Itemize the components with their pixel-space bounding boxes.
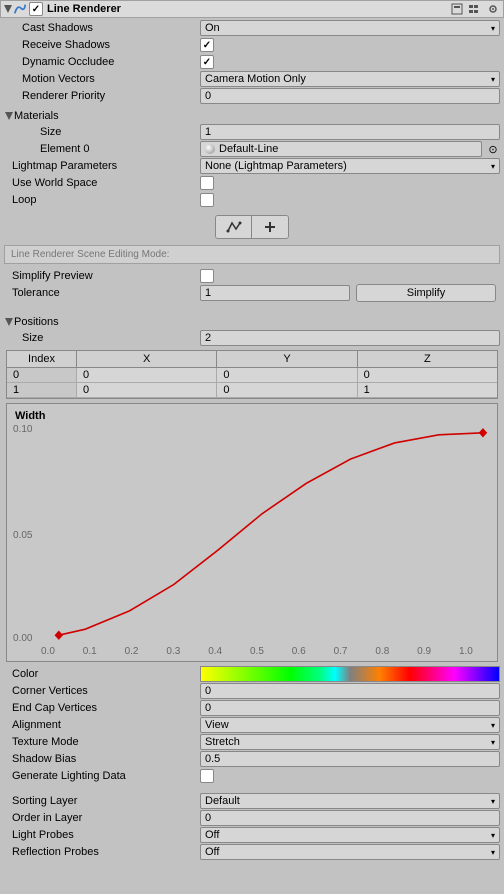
corner-vertices-input[interactable]: 0 xyxy=(200,683,500,699)
lightmap-params-dropdown[interactable]: None (Lightmap Parameters)▾ xyxy=(200,158,500,174)
th-z[interactable]: Z xyxy=(358,351,497,367)
color-label: Color xyxy=(12,668,200,680)
reference-icon[interactable] xyxy=(449,1,465,17)
loop-checkbox[interactable] xyxy=(200,193,214,207)
width-curve[interactable]: Width 0.10 0.05 0.00 0.00.10.20.30.40.50… xyxy=(6,403,498,662)
table-row[interactable]: 0 0 0 0 xyxy=(7,368,497,383)
materials-label: Materials xyxy=(14,110,59,122)
element0-field[interactable]: Default-Line xyxy=(200,141,482,157)
generate-lighting-checkbox[interactable] xyxy=(200,769,214,783)
texture-mode-dropdown[interactable]: Stretch▾ xyxy=(200,734,500,750)
materials-foldout[interactable] xyxy=(4,111,14,121)
shadow-bias-label: Shadow Bias xyxy=(12,753,200,765)
chevron-down-icon: ▾ xyxy=(491,738,495,747)
shadow-bias-input[interactable]: 0.5 xyxy=(200,751,500,767)
end-cap-vertices-label: End Cap Vertices xyxy=(12,702,200,714)
sorting-layer-label: Sorting Layer xyxy=(12,795,200,807)
th-y[interactable]: Y xyxy=(217,351,357,367)
chevron-down-icon: ▾ xyxy=(491,75,495,84)
renderer-priority-input[interactable]: 0 xyxy=(200,88,500,104)
th-x[interactable]: X xyxy=(77,351,217,367)
use-world-space-checkbox[interactable] xyxy=(200,176,214,190)
simplify-preview-label: Simplify Preview xyxy=(12,270,200,282)
settings-gear-icon[interactable] xyxy=(485,1,501,17)
color-gradient-field[interactable] xyxy=(200,666,500,682)
light-probes-dropdown[interactable]: Off▾ xyxy=(200,827,500,843)
corner-vertices-label: Corner Vertices xyxy=(12,685,200,697)
simplify-button[interactable]: Simplify xyxy=(356,284,496,302)
component-body: Cast Shadows On▾ Receive Shadows Dynamic… xyxy=(0,18,504,863)
receive-shadows-label: Receive Shadows xyxy=(22,39,200,51)
element0-label: Element 0 xyxy=(40,143,200,155)
positions-size-input[interactable]: 2 xyxy=(200,330,500,346)
y-tick: 0.10 xyxy=(13,424,32,435)
use-world-space-label: Use World Space xyxy=(12,177,200,189)
materials-size-label: Size xyxy=(40,126,200,138)
component-enabled-checkbox[interactable] xyxy=(29,2,43,16)
line-renderer-icon xyxy=(13,2,27,16)
loop-label: Loop xyxy=(12,194,200,206)
reflection-probes-label: Reflection Probes xyxy=(12,846,200,858)
chevron-down-icon: ▾ xyxy=(491,721,495,730)
width-curve-title: Width xyxy=(11,408,493,424)
y-tick: 0.05 xyxy=(13,530,32,541)
materials-size-input[interactable]: 1 xyxy=(200,124,500,140)
chevron-down-icon: ▾ xyxy=(491,24,495,33)
foldout-toggle[interactable] xyxy=(3,4,13,14)
x-ticks: 0.00.10.20.30.40.50.60.70.80.91.0 xyxy=(11,644,493,657)
chevron-down-icon: ▾ xyxy=(491,831,495,840)
renderer-priority-label: Renderer Priority xyxy=(22,90,200,102)
scene-edit-mode-label: Line Renderer Scene Editing Mode: xyxy=(4,245,500,264)
positions-foldout[interactable] xyxy=(4,317,14,327)
cast-shadows-dropdown[interactable]: On▾ xyxy=(200,20,500,36)
dynamic-occludee-label: Dynamic Occludee xyxy=(22,56,200,68)
order-in-layer-label: Order in Layer xyxy=(12,812,200,824)
chevron-down-icon: ▾ xyxy=(491,848,495,857)
positions-table: Index X Y Z 0 0 0 0 1 0 0 1 xyxy=(6,350,498,399)
component-header: Line Renderer xyxy=(0,0,504,18)
sorting-layer-dropdown[interactable]: Default▾ xyxy=(200,793,500,809)
light-probes-label: Light Probes xyxy=(12,829,200,841)
tolerance-label: Tolerance xyxy=(12,287,200,299)
edit-mode-toolbar xyxy=(4,209,500,245)
object-picker-icon[interactable]: ⊙ xyxy=(486,142,500,156)
motion-vectors-dropdown[interactable]: Camera Motion Only▾ xyxy=(200,71,500,87)
end-cap-vertices-input[interactable]: 0 xyxy=(200,700,500,716)
th-index[interactable]: Index xyxy=(7,351,77,367)
component-title: Line Renderer xyxy=(47,3,449,15)
simplify-preview-checkbox[interactable] xyxy=(200,269,214,283)
chevron-down-icon: ▾ xyxy=(491,162,495,171)
texture-mode-label: Texture Mode xyxy=(12,736,200,748)
y-tick: 0.00 xyxy=(13,633,32,644)
receive-shadows-checkbox[interactable] xyxy=(200,38,214,52)
chevron-down-icon: ▾ xyxy=(491,797,495,806)
order-in-layer-input[interactable]: 0 xyxy=(200,810,500,826)
presets-icon[interactable] xyxy=(467,1,483,17)
alignment-dropdown[interactable]: View▾ xyxy=(200,717,500,733)
table-row[interactable]: 1 0 0 1 xyxy=(7,383,497,398)
motion-vectors-label: Motion Vectors xyxy=(22,73,200,85)
dynamic-occludee-checkbox[interactable] xyxy=(200,55,214,69)
material-icon xyxy=(205,144,215,154)
positions-label: Positions xyxy=(14,316,59,328)
alignment-label: Alignment xyxy=(12,719,200,731)
cast-shadows-label: Cast Shadows xyxy=(22,22,200,34)
tolerance-input[interactable]: 1 xyxy=(200,285,350,301)
positions-size-label: Size xyxy=(22,332,200,344)
edit-points-button[interactable] xyxy=(216,216,252,238)
generate-lighting-label: Generate Lighting Data xyxy=(12,770,200,782)
reflection-probes-dropdown[interactable]: Off▾ xyxy=(200,844,500,860)
add-point-button[interactable] xyxy=(252,216,288,238)
lightmap-params-label: Lightmap Parameters xyxy=(12,160,200,172)
